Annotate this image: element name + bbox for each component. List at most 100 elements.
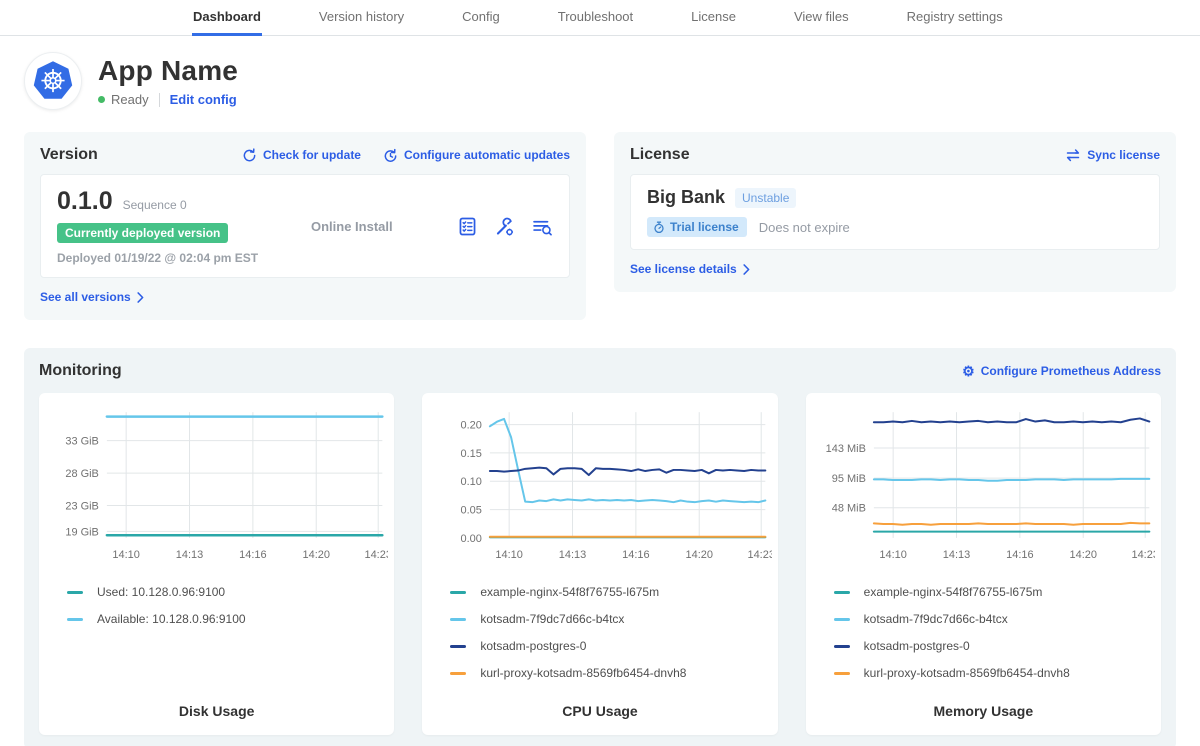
deployed-timestamp: Deployed 01/19/22 @ 02:04 pm EST (57, 251, 285, 265)
legend-item: example-nginx-54f8f76755-l675m (834, 585, 1155, 599)
tab-version-history[interactable]: Version history (318, 0, 405, 36)
monitoring-section: Monitoring ⚙ Configure Prometheus Addres… (24, 348, 1176, 746)
chart-title: Disk Usage (45, 703, 388, 719)
check-for-update-button[interactable]: Check for update (242, 148, 361, 163)
legend-item: kurl-proxy-kotsadm-8569fb6454-dnvh8 (834, 666, 1155, 680)
legend-dash-icon (67, 618, 83, 621)
legend-dash-icon (834, 591, 850, 594)
svg-text:0.15: 0.15 (461, 448, 482, 460)
license-card: License Sync license Big Bank Unstable (614, 132, 1176, 292)
legend-dash-icon (834, 645, 850, 648)
chevron-right-icon (743, 264, 750, 275)
series-line (874, 479, 1149, 481)
version-card: Version Check for update (24, 132, 586, 320)
legend-dash-icon (834, 672, 850, 675)
trial-license-badge: Trial license (647, 217, 747, 237)
chart-card-disk: 14:1014:1314:1614:2014:2333 GiB28 GiB23 … (39, 393, 394, 735)
series-line (874, 418, 1149, 422)
configure-automatic-updates-button[interactable]: Configure automatic updates (383, 148, 570, 163)
configure-prometheus-link[interactable]: ⚙ Configure Prometheus Address (962, 364, 1161, 378)
expiry-text: Does not expire (759, 220, 850, 235)
monitoring-title: Monitoring (39, 362, 122, 380)
config-wrench-icon[interactable] (494, 216, 515, 237)
svg-text:143 MiB: 143 MiB (825, 443, 865, 455)
divider (159, 93, 160, 107)
legend-dash-icon (450, 645, 466, 648)
legend-item: kotsadm-postgres-0 (834, 639, 1155, 653)
install-type-label: Online Install (285, 219, 457, 234)
svg-text:33 GiB: 33 GiB (65, 436, 99, 448)
legend-item: kotsadm-postgres-0 (450, 639, 771, 653)
legend-item: example-nginx-54f8f76755-l675m (450, 585, 771, 599)
current-version-card: 0.1.0 Sequence 0 Currently deployed vers… (40, 174, 570, 278)
dashboard-page: Dashboard Version history Config Troublesho… (0, 0, 1200, 746)
legend-item: Available: 10.128.0.96:9100 (67, 612, 388, 626)
legend-label: kotsadm-7f9dc7d66c-b4tcx (480, 612, 624, 626)
svg-text:14:16: 14:16 (622, 549, 649, 561)
clock-refresh-icon (383, 148, 398, 163)
legend-label: Available: 10.128.0.96:9100 (97, 612, 246, 626)
svg-text:0.10: 0.10 (461, 476, 482, 488)
tab-registry-settings[interactable]: Registry settings (906, 0, 1004, 36)
svg-text:95 MiB: 95 MiB (831, 473, 865, 485)
chevron-right-icon (137, 292, 144, 303)
top-nav: Dashboard Version history Config Troublesho… (0, 0, 1200, 36)
svg-text:14:20: 14:20 (686, 549, 713, 561)
license-card-title: License (630, 146, 690, 164)
svg-text:14:16: 14:16 (1006, 549, 1033, 561)
tab-dashboard[interactable]: Dashboard (192, 0, 262, 36)
edit-config-link[interactable]: Edit config (170, 92, 237, 107)
tab-troubleshoot[interactable]: Troubleshoot (557, 0, 634, 36)
legend-label: kotsadm-postgres-0 (864, 639, 970, 653)
channel-badge: Unstable (735, 188, 796, 208)
chart-title: CPU Usage (428, 703, 771, 719)
chart-svg-cpu: 14:1014:1314:1614:2014:230.200.150.100.0… (428, 405, 771, 573)
tab-view-files[interactable]: View files (793, 0, 850, 36)
gear-icon: ⚙ (962, 364, 975, 378)
legend-label: kotsadm-7f9dc7d66c-b4tcx (864, 612, 1008, 626)
see-all-versions-link[interactable]: See all versions (40, 290, 144, 304)
svg-text:19 GiB: 19 GiB (65, 526, 99, 538)
preflight-checks-icon[interactable] (457, 216, 478, 237)
app-logo (24, 52, 82, 110)
refresh-icon (242, 148, 257, 163)
app-header: App Name Ready Edit config (0, 36, 1200, 110)
svg-text:14:20: 14:20 (1069, 549, 1096, 561)
legend-label: Used: 10.128.0.96:9100 (97, 585, 225, 599)
tab-config[interactable]: Config (461, 0, 501, 36)
see-license-details-link[interactable]: See license details (630, 262, 750, 276)
chart-legend-memory: example-nginx-54f8f76755-l675m kotsadm-7f… (812, 585, 1155, 693)
chart-card-memory: 14:1014:1314:1614:2014:23143 MiB95 MiB48… (806, 393, 1161, 735)
svg-text:23 GiB: 23 GiB (65, 500, 99, 512)
svg-text:14:23: 14:23 (364, 549, 388, 561)
svg-text:14:13: 14:13 (942, 549, 969, 561)
chart-svg-memory: 14:1014:1314:1614:2014:23143 MiB95 MiB48… (812, 405, 1155, 573)
version-card-title: Version (40, 146, 98, 164)
license-detail-card: Big Bank Unstable Trial license Does not… (630, 174, 1160, 250)
legend-label: kurl-proxy-kotsadm-8569fb6454-dnvh8 (864, 666, 1070, 680)
customer-name: Big Bank (647, 187, 725, 208)
legend-item: kotsadm-7f9dc7d66c-b4tcx (450, 612, 771, 626)
svg-text:48 MiB: 48 MiB (831, 503, 865, 515)
legend-label: kotsadm-postgres-0 (480, 639, 586, 653)
svg-text:14:10: 14:10 (112, 549, 139, 561)
legend-item: kotsadm-7f9dc7d66c-b4tcx (834, 612, 1155, 626)
legend-dash-icon (834, 618, 850, 621)
legend-item: kurl-proxy-kotsadm-8569fb6454-dnvh8 (450, 666, 771, 680)
chart-legend-disk: Used: 10.128.0.96:9100 Available: 10.128.… (45, 585, 388, 639)
sync-license-button[interactable]: Sync license (1065, 148, 1160, 162)
legend-dash-icon (450, 618, 466, 621)
view-logs-icon[interactable] (531, 216, 553, 237)
sync-icon (1065, 148, 1081, 162)
legend-dash-icon (67, 591, 83, 594)
series-line (490, 419, 765, 502)
sequence-label: Sequence 0 (123, 198, 187, 212)
cards-row: Version Check for update (0, 132, 1200, 320)
svg-text:14:13: 14:13 (176, 549, 203, 561)
tab-license[interactable]: License (690, 0, 737, 36)
chart-title: Memory Usage (812, 703, 1155, 719)
legend-dash-icon (450, 591, 466, 594)
svg-text:14:10: 14:10 (496, 549, 523, 561)
svg-text:14:10: 14:10 (879, 549, 906, 561)
stopwatch-icon (653, 221, 665, 234)
